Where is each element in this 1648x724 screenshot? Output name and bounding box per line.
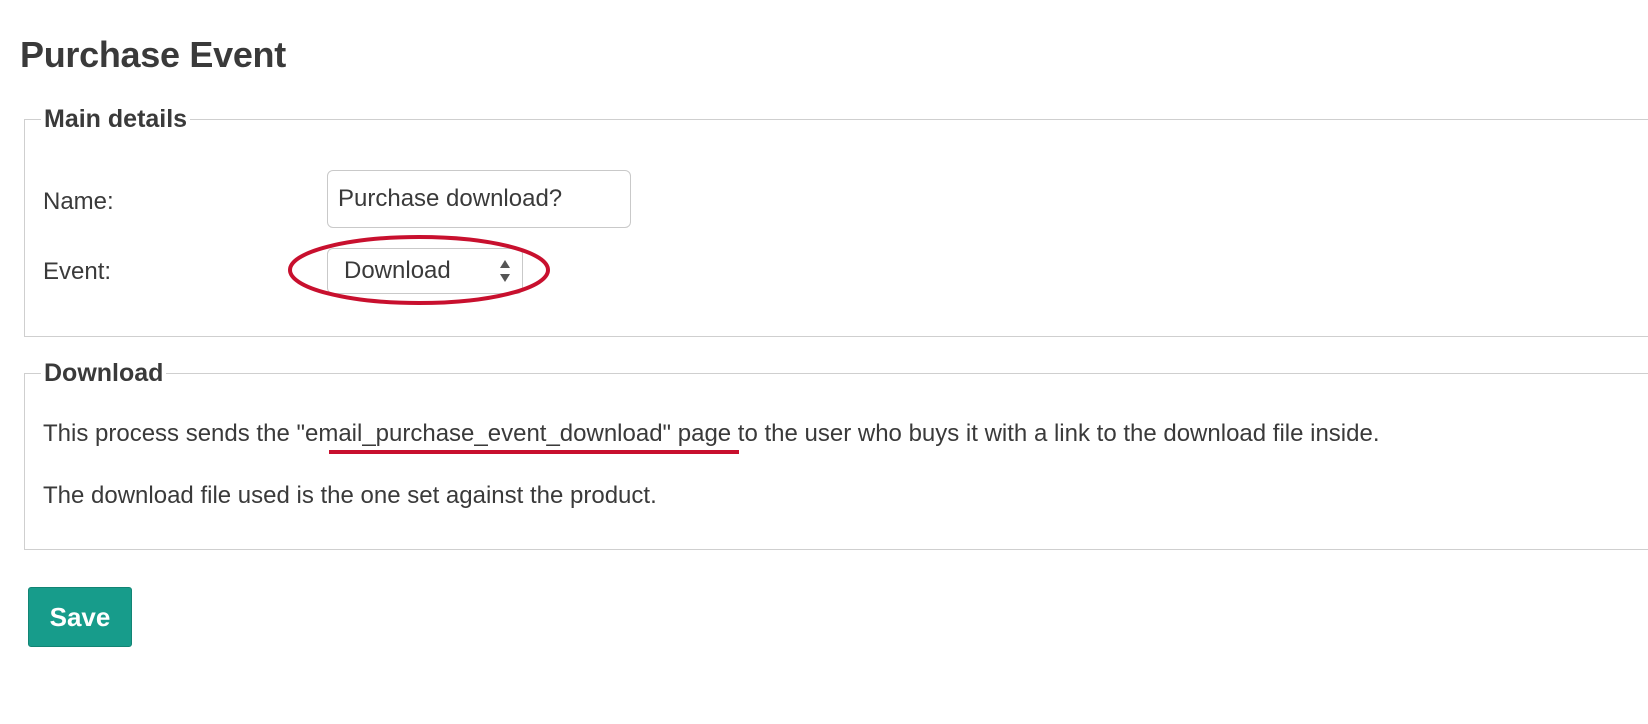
download-fieldset: Download This process sends the "email_p… (24, 358, 1648, 550)
main-details-fieldset: Main details Name: Event: Download (24, 104, 1648, 337)
up-down-arrows-icon (500, 260, 510, 282)
name-input[interactable] (327, 170, 631, 228)
event-select[interactable]: Download (327, 248, 523, 294)
name-label: Name: (43, 188, 114, 215)
template-name-underline (329, 450, 739, 454)
event-label: Event: (43, 258, 112, 285)
save-button[interactable]: Save (28, 587, 132, 647)
event-select-value: Download (344, 257, 451, 284)
main-details-legend: Main details (41, 104, 191, 134)
page-title: Purchase Event (20, 34, 286, 75)
download-legend: Download (41, 358, 167, 388)
download-file-note: The download file used is the one set ag… (43, 482, 657, 509)
download-description: This process sends the "email_purchase_e… (43, 420, 1380, 447)
